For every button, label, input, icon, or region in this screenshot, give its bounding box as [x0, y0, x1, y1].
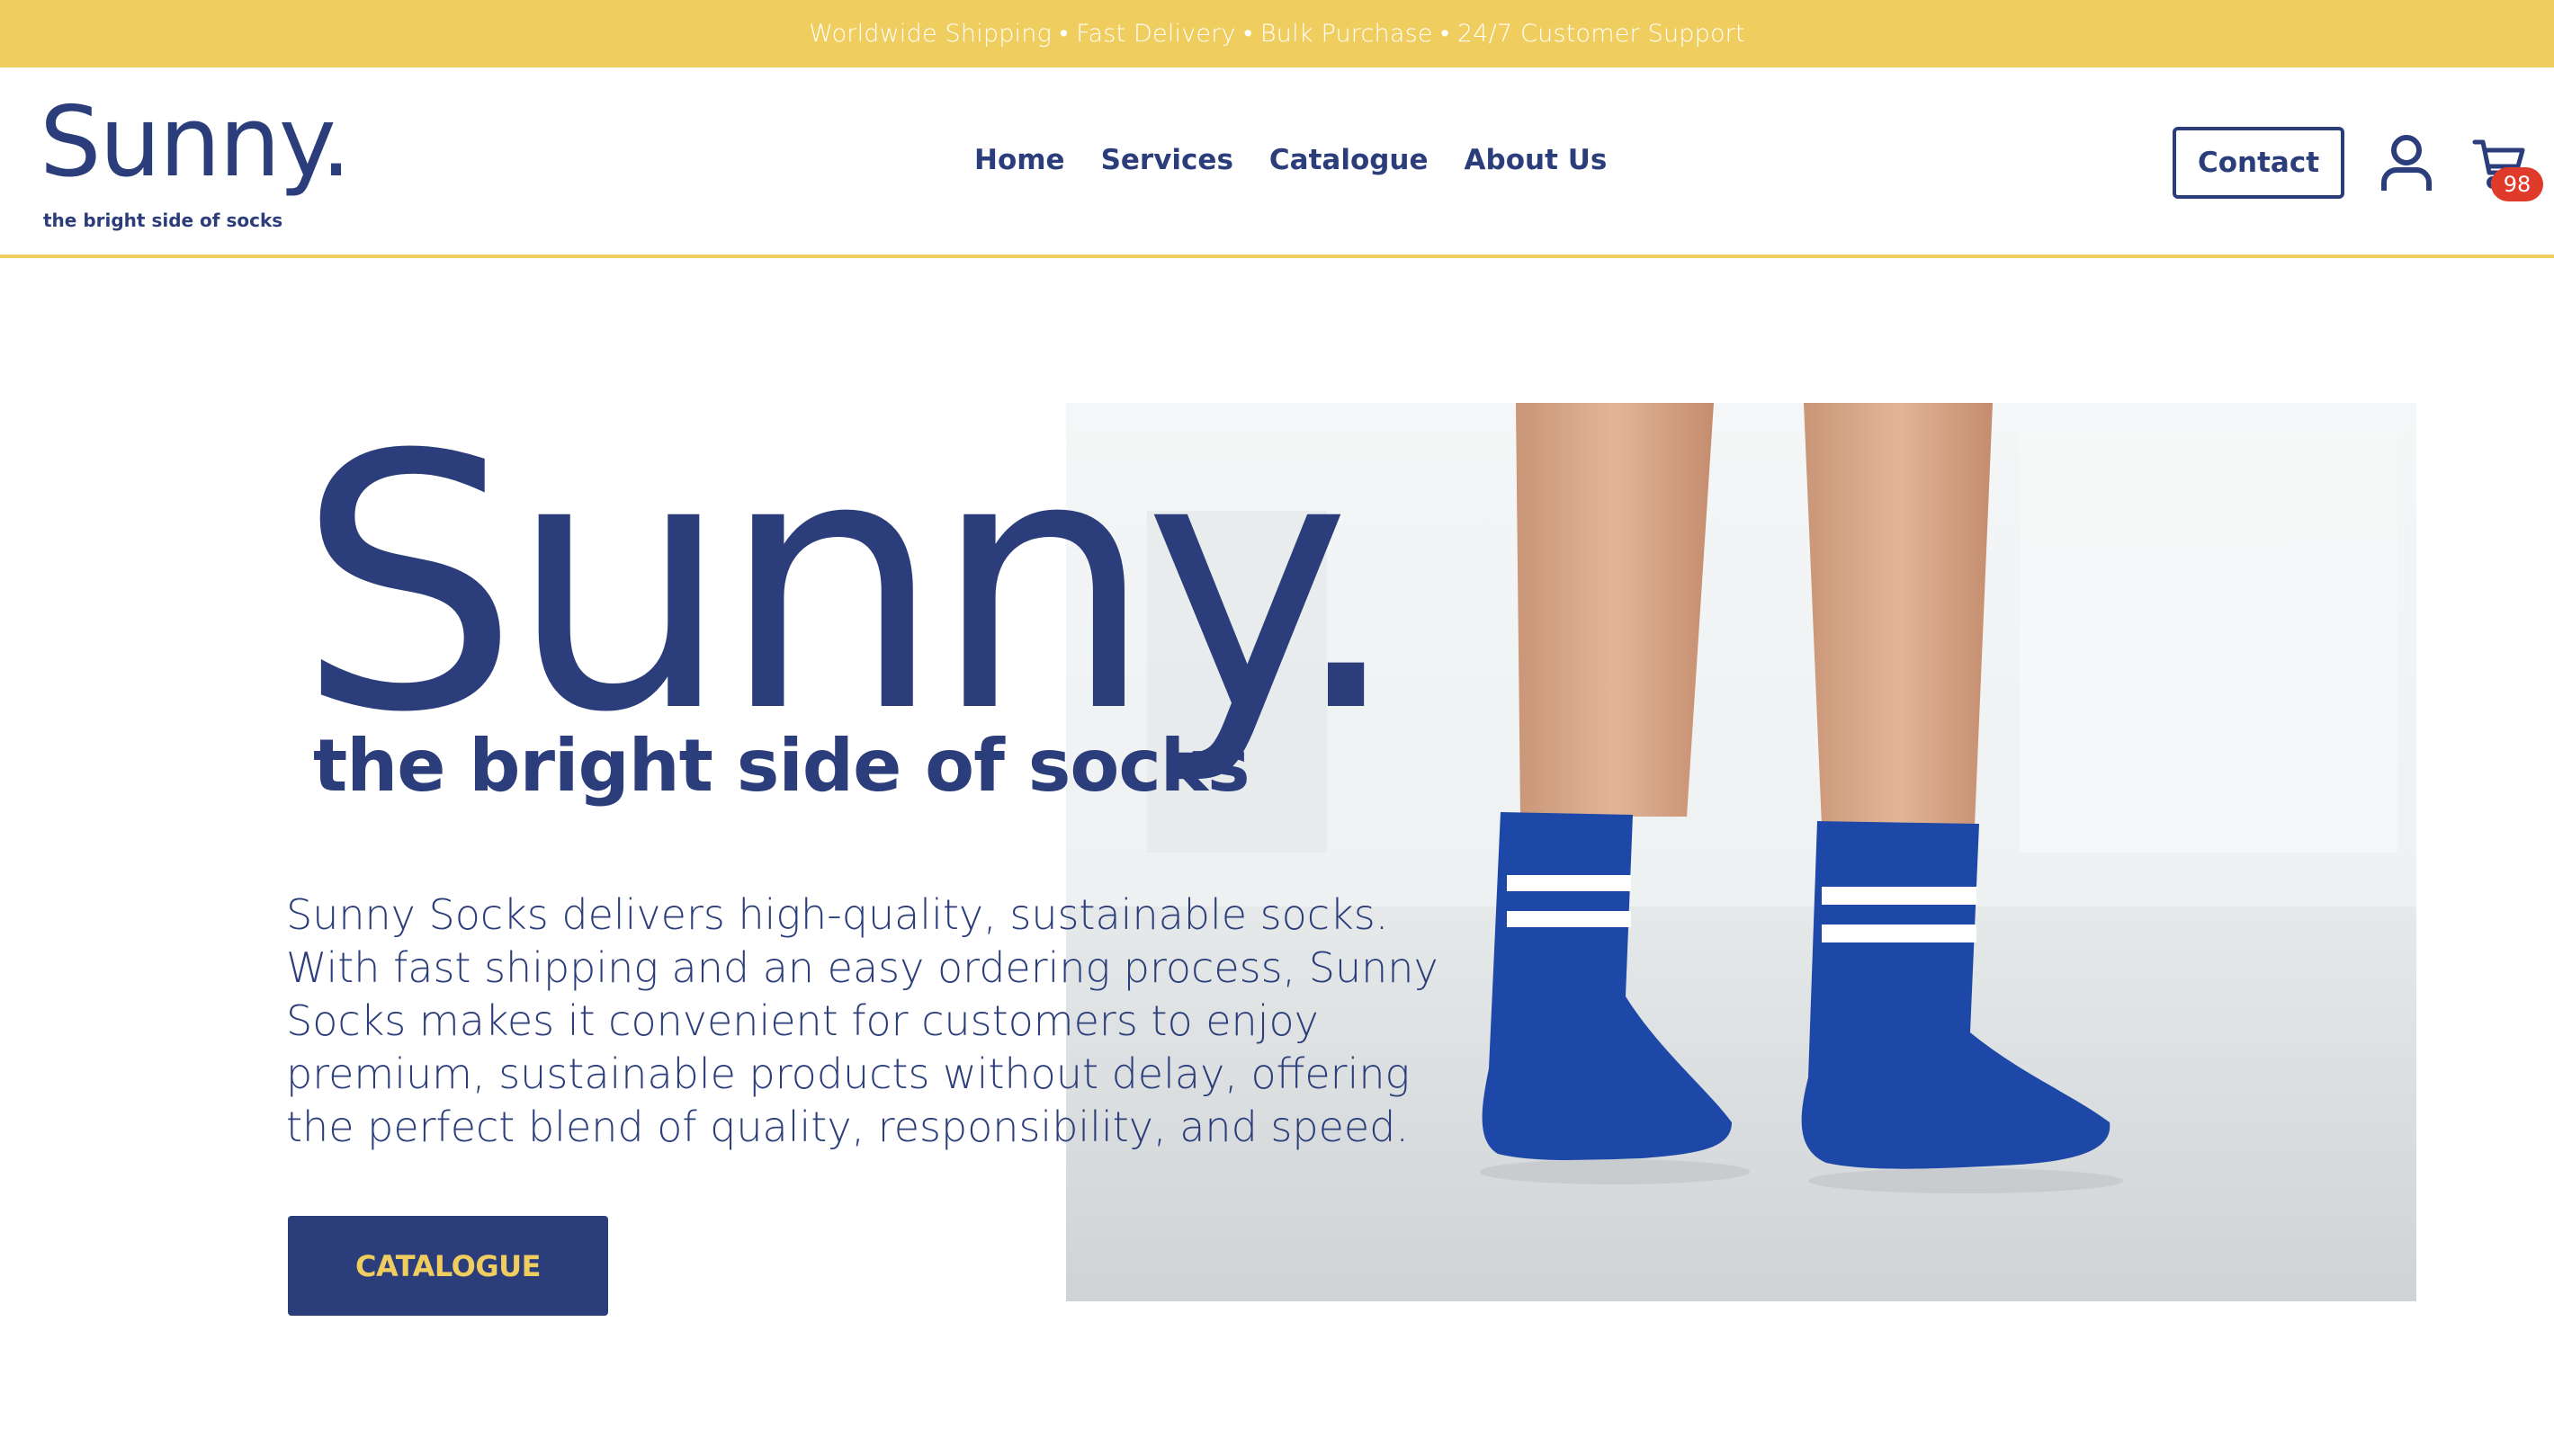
nav-services[interactable]: Services [1101, 144, 1233, 176]
nav-catalogue[interactable]: Catalogue [1269, 144, 1429, 176]
site-header: Sunny. the bright side of socks Home Ser… [0, 67, 2554, 258]
brand-logo[interactable]: Sunny. the bright side of socks [40, 86, 363, 230]
announcement-text: Worldwide Shipping • Fast Delivery • Bul… [809, 20, 1745, 48]
main-nav: Home Services Catalogue About Us [974, 144, 1607, 176]
catalogue-button[interactable]: CATALOGUE [288, 1216, 608, 1316]
user-icon[interactable] [2379, 132, 2433, 193]
nav-about-us[interactable]: About Us [1465, 144, 1608, 176]
logo-wordmark: Sunny. [40, 86, 352, 199]
nav-home[interactable]: Home [974, 144, 1065, 176]
announcement-bar: Worldwide Shipping • Fast Delivery • Bul… [0, 0, 2554, 67]
contact-button[interactable]: Contact [2173, 127, 2344, 199]
hero-title: Sunny. [297, 380, 1402, 789]
cart-count-badge: 98 [2491, 167, 2543, 201]
hero-tagline: the bright side of socks [313, 724, 1250, 808]
logo-tagline: the bright side of socks [43, 210, 283, 231]
hero-description: Sunny Socks delivers high-quality, susta… [286, 890, 1438, 1151]
